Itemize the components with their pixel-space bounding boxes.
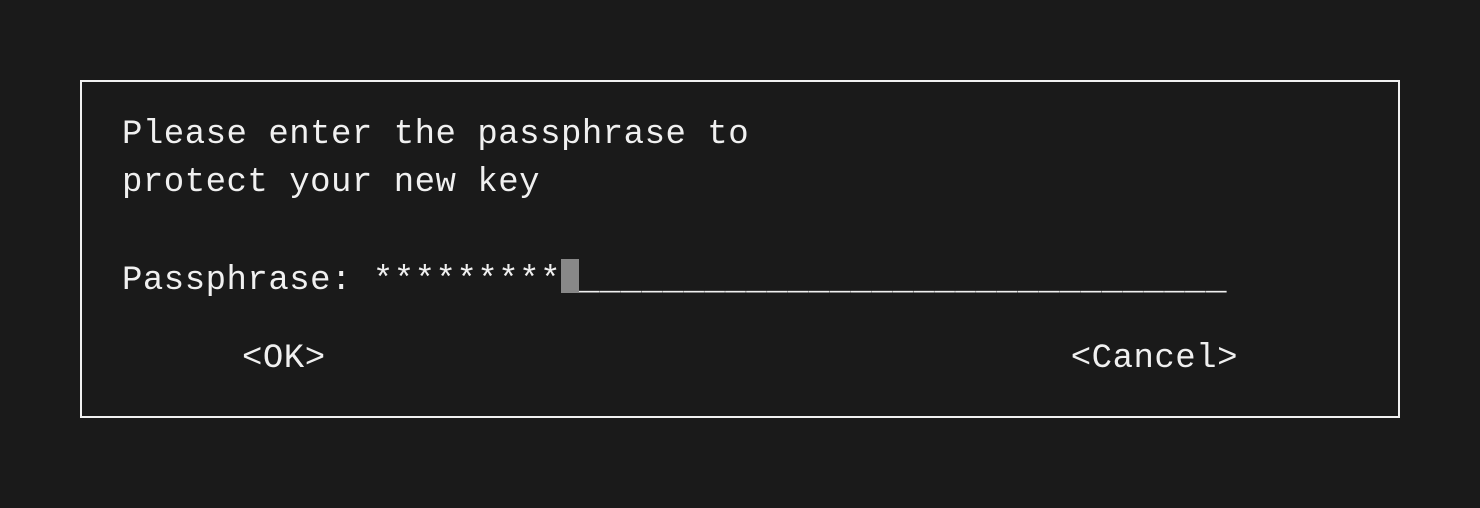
- passphrase-input-line[interactable]: Passphrase: ********* ___________________…: [122, 255, 1358, 300]
- passphrase-label: Passphrase:: [122, 262, 373, 300]
- passphrase-input[interactable]: *********: [373, 262, 561, 300]
- prompt-line-1: Please enter the passphrase to: [122, 116, 749, 154]
- prompt-line-2: protect your new key: [122, 164, 540, 202]
- passphrase-dialog: Please enter the passphrase to protect y…: [80, 80, 1400, 418]
- prompt-text: Please enter the passphrase to protect y…: [122, 112, 1358, 207]
- cancel-button[interactable]: <Cancel>: [1071, 340, 1238, 378]
- text-cursor-icon: [561, 259, 579, 293]
- button-row: <OK> <Cancel>: [122, 340, 1358, 378]
- ok-button[interactable]: <OK>: [242, 340, 326, 378]
- input-underline: _______________________________: [579, 262, 1227, 300]
